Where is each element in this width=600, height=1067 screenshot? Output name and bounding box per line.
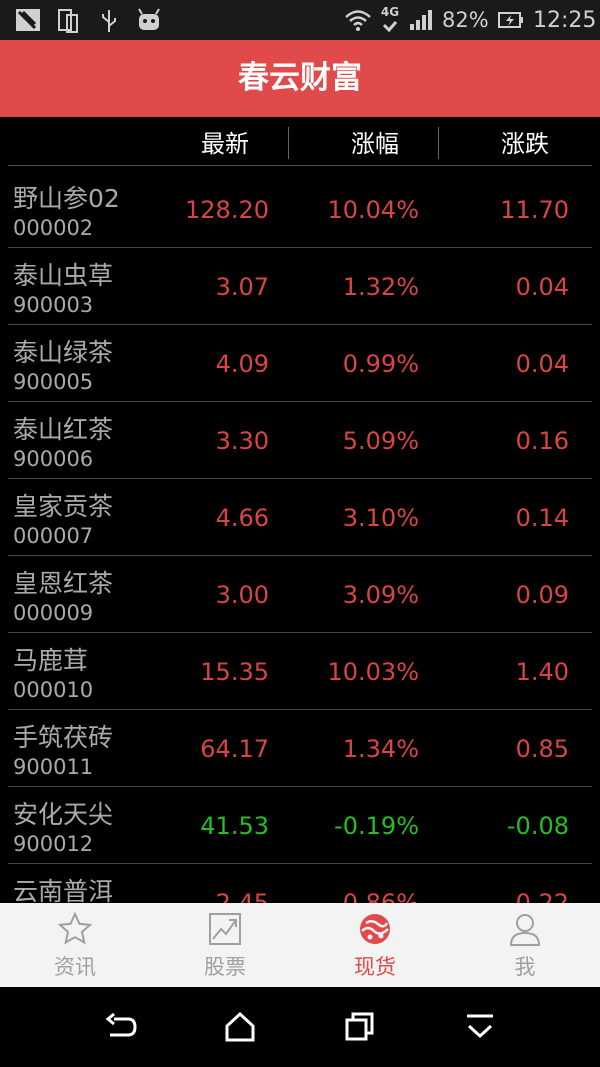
product-name: 皇家贡茶 <box>13 492 114 521</box>
quote-list[interactable]: 野山参02 000002 128.20 10.04% 11.70 泰山虫草 900003 3.… <box>0 170 600 903</box>
change-percent: 1.34% <box>342 735 419 763</box>
user-icon <box>509 914 541 946</box>
change-amount: 0.04 <box>515 273 569 301</box>
change-amount: 0.22 <box>515 889 569 903</box>
product-code: 000002 <box>13 216 94 240</box>
header-divider <box>438 127 439 159</box>
table-row[interactable]: 野山参02 000002 128.20 10.04% 11.70 <box>8 170 592 248</box>
product-code: 900006 <box>13 447 94 471</box>
change-amount: 0.14 <box>515 504 569 532</box>
change-percent: 3.10% <box>342 504 419 532</box>
table-row[interactable]: 泰山虫草 900003 3.07 1.32% 0.04 <box>8 247 592 325</box>
product-name: 皇恩红茶 <box>13 569 114 598</box>
table-row[interactable]: 皇家贡茶 000007 4.66 3.10% 0.14 <box>8 478 592 556</box>
product-name: 野山参02 <box>13 184 120 213</box>
column-header: 最新 涨幅 涨跌 <box>8 125 592 166</box>
change-amount: 11.70 <box>500 196 569 224</box>
change-percent: 3.09% <box>342 581 419 609</box>
tab-label: 资讯 <box>54 955 96 979</box>
tab-me[interactable]: 我 <box>450 903 600 987</box>
latest-price: 41.53 <box>200 812 269 840</box>
table-row[interactable]: 皇恩红茶 000009 3.00 3.09% 0.09 <box>8 555 592 633</box>
product-name: 泰山绿茶 <box>13 338 114 367</box>
tab-label: 我 <box>514 955 536 979</box>
change-amount: 0.04 <box>515 350 569 378</box>
change-amount: 0.85 <box>515 735 569 763</box>
product-code: 900011 <box>13 755 94 779</box>
signal-icon <box>410 10 432 30</box>
back-icon[interactable] <box>104 1011 138 1043</box>
change-percent: 10.03% <box>327 658 419 686</box>
recent-apps-icon[interactable] <box>344 1011 376 1043</box>
spot-goods-icon <box>360 914 390 944</box>
product-code: 000009 <box>13 601 94 625</box>
home-icon[interactable] <box>224 1011 256 1043</box>
product-name: 云南普洱 <box>13 877 114 903</box>
product-code: 900012 <box>13 832 94 856</box>
tab-news[interactable]: 资讯 <box>0 903 150 987</box>
table-row[interactable]: 泰山绿茶 900005 4.09 0.99% 0.04 <box>8 324 592 402</box>
change-amount: 1.40 <box>515 658 569 686</box>
change-percent: 0.86% <box>342 889 419 903</box>
sim-card-icon <box>58 9 78 33</box>
latest-price: 128.20 <box>185 196 269 224</box>
header-divider <box>288 127 289 159</box>
app-title-bar: 春云财富 <box>0 40 600 117</box>
star-icon <box>57 911 93 945</box>
battery-charging-icon <box>498 12 523 28</box>
product-name: 安化天尖 <box>13 800 114 829</box>
product-code: 900005 <box>13 370 94 394</box>
bottom-tab-bar: 资讯 股票 现货 我 <box>0 903 600 987</box>
change-amount: -0.08 <box>506 812 569 840</box>
latest-price: 4.09 <box>215 350 269 378</box>
header-latest[interactable]: 最新 <box>201 125 249 165</box>
app-title: 春云财富 <box>238 60 362 96</box>
collapse-icon[interactable] <box>464 1011 496 1043</box>
change-amount: 0.16 <box>515 427 569 455</box>
clock: 12:25 <box>533 8 597 33</box>
table-row[interactable]: 泰山红茶 900006 3.30 5.09% 0.16 <box>8 401 592 479</box>
tab-label: 现货 <box>354 955 396 979</box>
tab-stocks[interactable]: 股票 <box>150 903 300 987</box>
table-row[interactable]: 安化天尖 900012 41.53 -0.19% -0.08 <box>8 786 592 864</box>
table-row[interactable]: 云南普洱 2.45 0.86% 0.22 <box>8 863 592 903</box>
usb-icon <box>102 10 116 32</box>
product-name: 泰山虫草 <box>13 261 114 290</box>
change-percent: -0.19% <box>334 812 419 840</box>
latest-price: 3.30 <box>215 427 269 455</box>
change-percent: 10.04% <box>327 196 419 224</box>
product-name: 手筑茯砖 <box>13 723 114 752</box>
header-change-pct[interactable]: 涨幅 <box>351 125 399 165</box>
image-notification-icon <box>16 9 40 31</box>
table-row[interactable]: 手筑茯砖 900011 64.17 1.34% 0.85 <box>8 709 592 787</box>
status-bar: 4G 82% 12:25 <box>0 0 600 40</box>
tab-label: 股票 <box>204 955 246 979</box>
chart-trend-icon <box>209 913 241 945</box>
latest-price: 64.17 <box>200 735 269 763</box>
product-name: 马鹿茸 <box>13 646 89 675</box>
product-code: 900003 <box>13 293 94 317</box>
change-percent: 1.32% <box>342 273 419 301</box>
change-amount: 0.09 <box>515 581 569 609</box>
wifi-icon <box>345 10 371 31</box>
latest-price: 3.07 <box>215 273 269 301</box>
table-row[interactable]: 马鹿茸 000010 15.35 10.03% 1.40 <box>8 632 592 710</box>
change-percent: 5.09% <box>342 427 419 455</box>
system-nav-bar <box>0 987 600 1067</box>
product-code: 000007 <box>13 524 94 548</box>
latest-price: 2.45 <box>215 889 269 903</box>
header-change[interactable]: 涨跌 <box>501 125 549 165</box>
product-name: 泰山红茶 <box>13 415 114 444</box>
latest-price: 3.00 <box>215 581 269 609</box>
latest-price: 15.35 <box>200 658 269 686</box>
tab-spot[interactable]: 现货 <box>300 903 450 987</box>
latest-price: 4.66 <box>215 504 269 532</box>
battery-percent: 82% <box>442 8 489 32</box>
product-code: 000010 <box>13 678 94 702</box>
4g-icon: 4G <box>378 6 402 34</box>
android-debug-icon <box>138 8 160 30</box>
network-label: 4G <box>380 5 400 19</box>
change-percent: 0.99% <box>342 350 419 378</box>
